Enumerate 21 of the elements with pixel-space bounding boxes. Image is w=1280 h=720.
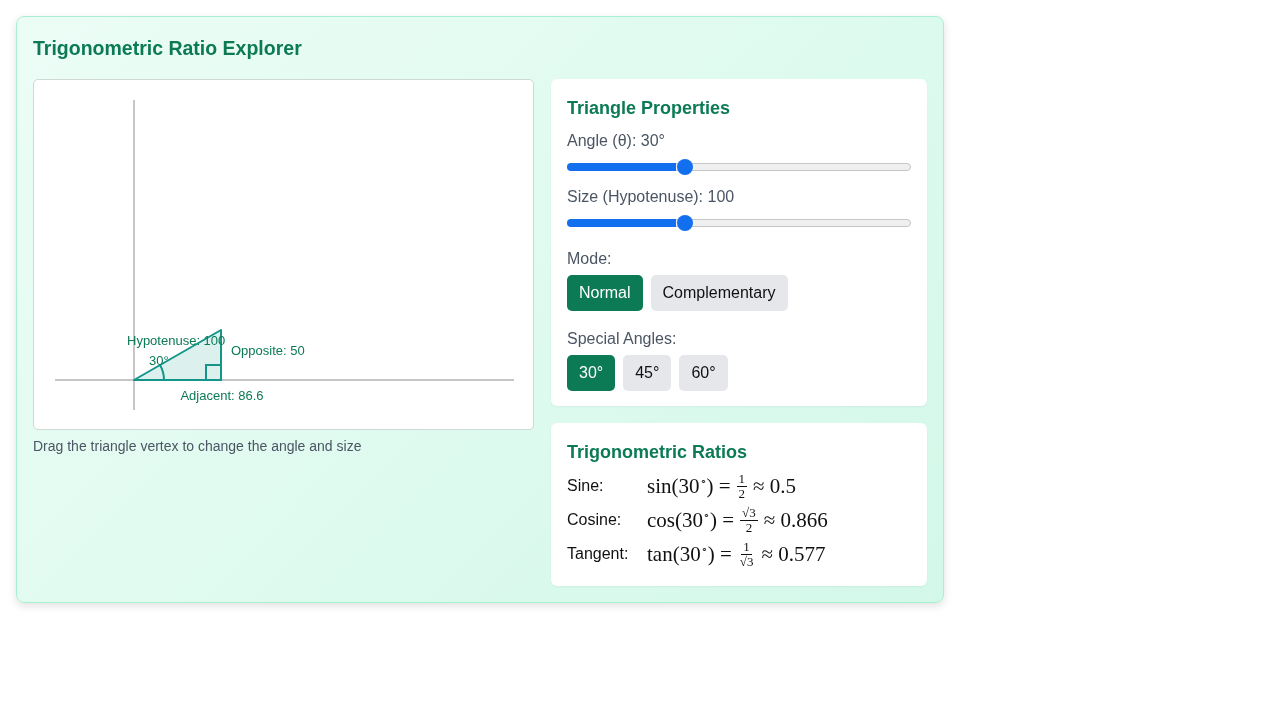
- opposite-label: Opposite: 50: [231, 343, 305, 358]
- angle-label: 30°: [149, 353, 169, 368]
- ratio-label: Tangent:: [567, 545, 630, 563]
- slider-thumb[interactable]: [676, 215, 693, 231]
- slider-thumb[interactable]: [676, 159, 693, 175]
- instruction-caption: Drag the triangle vertex to change the angle and size: [33, 437, 363, 456]
- slider-label: Angle (θ): 30°: [567, 131, 666, 151]
- special-angles-label: Special Angles:: [567, 329, 678, 349]
- mode-label: Mode:: [567, 249, 613, 269]
- angle-button[interactable]: 45°: [623, 355, 672, 391]
- ratio-label: Cosine:: [567, 511, 623, 529]
- slider-label: Size (Hypotenuse): 100: [567, 187, 736, 207]
- card-title: Trigonometric Ratios: [567, 441, 749, 464]
- app-title: Trigonometric Ratio Explorer: [33, 36, 303, 61]
- angle-button[interactable]: 60°: [679, 355, 728, 391]
- mode-button[interactable]: Complementary: [650, 275, 788, 311]
- card-title: Triangle Properties: [567, 97, 732, 120]
- ratio-label: Sine:: [567, 477, 605, 495]
- mode-button[interactable]: Normal: [567, 275, 643, 311]
- adjacent-label: Adjacent: 86.6: [180, 388, 264, 403]
- angle-button[interactable]: 30°: [567, 355, 616, 391]
